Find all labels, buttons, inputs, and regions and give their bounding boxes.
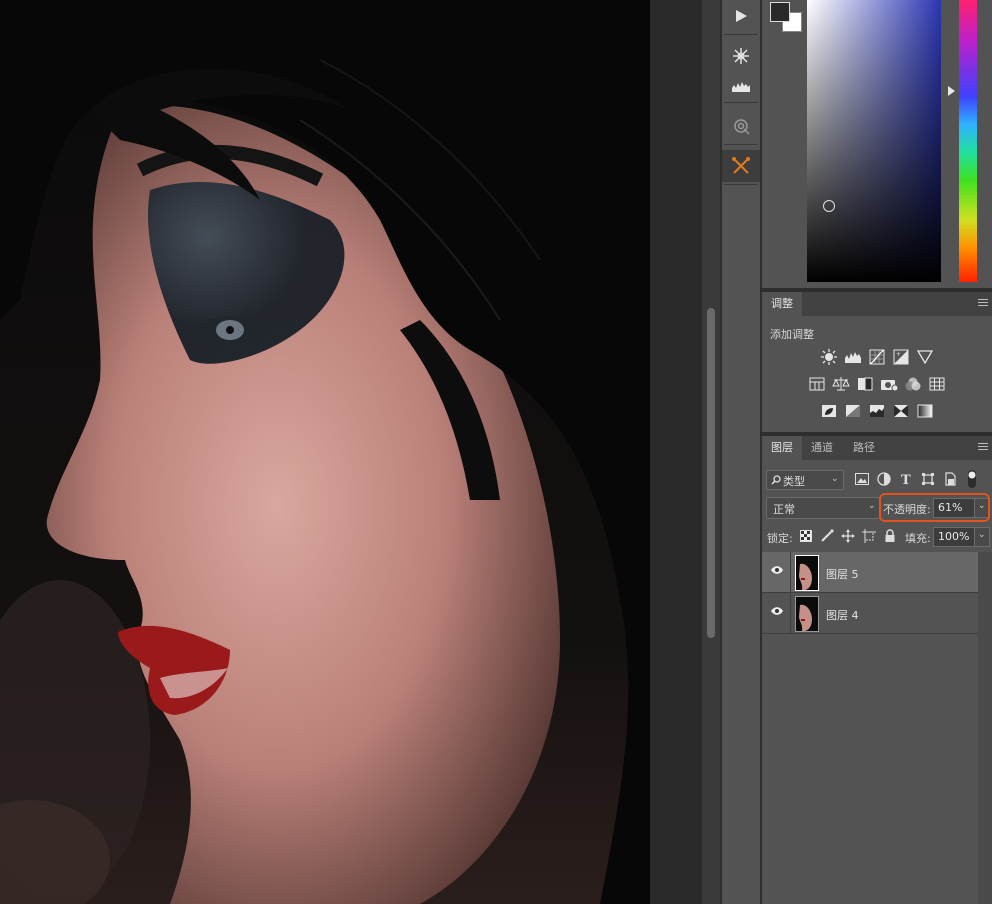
adjustments-row-2 [762,375,992,393]
canvas-gutter [650,0,702,904]
layer-row-separator [790,552,791,592]
shape-filter-icon[interactable] [920,471,936,487]
color-picker-marker[interactable] [823,200,835,212]
color-panel [762,0,992,288]
filter-toggle[interactable] [964,470,980,488]
layers-list: 图层 5 图层 4 [762,552,978,634]
clone-source-icon[interactable] [722,110,760,142]
hue-saturation-icon[interactable] [808,375,826,393]
play-icon[interactable] [722,0,760,32]
snowflake-icon[interactable] [722,40,760,72]
adjustments-tabbar: 调整 [762,292,992,316]
eye-icon[interactable] [770,565,784,578]
lock-transparent-pixels-icon[interactable] [798,528,814,544]
lock-position-icon[interactable] [840,528,856,544]
smart-object-filter-icon[interactable] [942,471,958,487]
tool-separator [724,34,758,35]
layer-kind-label: 类型 [783,475,805,488]
layer-filter-row: 类型 ⌄ T [766,468,992,492]
invert-icon[interactable] [820,402,838,420]
layer-row[interactable]: 图层 4 [762,593,978,634]
document-canvas[interactable] [0,0,650,904]
tool-separator [724,184,758,185]
layer-row-separator [790,593,791,633]
color-lookup-icon[interactable] [928,375,946,393]
lock-icons [798,528,898,544]
color-balance-icon[interactable] [832,375,850,393]
brightness-icon[interactable] [820,348,838,366]
levels-icon[interactable] [844,348,862,366]
foreground-color-swatch[interactable] [770,2,790,22]
saturation-value-field[interactable] [807,0,941,282]
canvas-vertical-scrollbar[interactable] [702,0,720,904]
posterize-icon[interactable] [844,402,862,420]
fill-value: 100% [938,530,970,543]
exposure-icon[interactable]: + [892,348,910,366]
fill-dropdown-button[interactable]: ⌄ [974,527,990,547]
threshold-icon[interactable] [868,402,886,420]
channel-mixer-icon[interactable] [904,375,922,393]
layer-thumbnail [795,596,819,632]
lock-all-icon[interactable] [882,528,898,544]
layer-kind-filter[interactable]: 类型 ⌄ [766,470,844,490]
panel-menu-icon[interactable] [978,299,988,307]
fill-input[interactable]: 100% [933,527,975,547]
panel-icon-strip [722,0,760,904]
eye-icon[interactable] [770,606,784,619]
selective-color-icon[interactable] [892,402,910,420]
tab-adjustments[interactable]: 调整 [762,292,802,316]
blend-mode-select[interactable]: 正常 ⌄ [766,497,880,519]
tab-channels[interactable]: 通道 [802,436,842,460]
blend-mode-value: 正常 [773,503,795,516]
layer-row[interactable]: 图层 5 [762,552,978,593]
vibrance-icon[interactable] [916,348,934,366]
pixel-filter-icon[interactable] [854,471,870,487]
portrait-image [0,0,650,904]
layer-name[interactable]: 图层 5 [826,566,859,582]
gradient-map-icon[interactable] [916,402,934,420]
levels-icon[interactable] [722,70,760,102]
photo-filter-icon[interactable] [880,375,898,393]
chevron-down-icon: ⌄ [978,530,986,540]
layers-tabbar: 图层 通道 路径 [762,436,992,460]
adjustments-title: 添加调整 [770,328,814,341]
panel-menu-icon[interactable] [978,443,988,451]
crossed-tools-icon[interactable] [722,150,760,182]
hue-slider-arrow[interactable] [948,86,955,96]
opacity-highlight-annotation [879,493,990,522]
layer-thumbnail [795,555,819,591]
chevron-down-icon: ⌄ [831,474,839,484]
tab-layers[interactable]: 图层 [762,436,802,460]
adjustments-row-3 [762,402,992,420]
adjustments-row-1: + [762,348,992,366]
adjustment-filter-icon[interactable] [876,471,892,487]
fill-label: 填充: [905,532,931,545]
tool-separator [724,102,758,103]
tab-paths[interactable]: 路径 [844,436,884,460]
curves-icon[interactable] [868,348,886,366]
scrollbar-thumb[interactable] [707,308,715,638]
type-filter-icon[interactable]: T [898,471,914,487]
lock-label: 锁定: [767,532,793,545]
lock-image-pixels-icon[interactable] [819,528,835,544]
layers-scrollbar[interactable] [978,552,992,904]
right-panels: 调整 添加调整 + 图层 通道 路径 类型 ⌄ T 正常 ⌄ 不透明度: 61%… [762,0,992,904]
svg-text:T: T [901,473,911,486]
hue-slider[interactable] [959,0,977,282]
svg-text:+: + [896,351,901,358]
black-white-icon[interactable] [856,375,874,393]
tool-separator [724,144,758,145]
lock-artboard-icon[interactable] [861,528,877,544]
chevron-down-icon: ⌄ [868,501,876,511]
layer-name[interactable]: 图层 4 [826,607,859,623]
search-icon [771,475,781,485]
layer-filter-icons: T [854,470,980,488]
